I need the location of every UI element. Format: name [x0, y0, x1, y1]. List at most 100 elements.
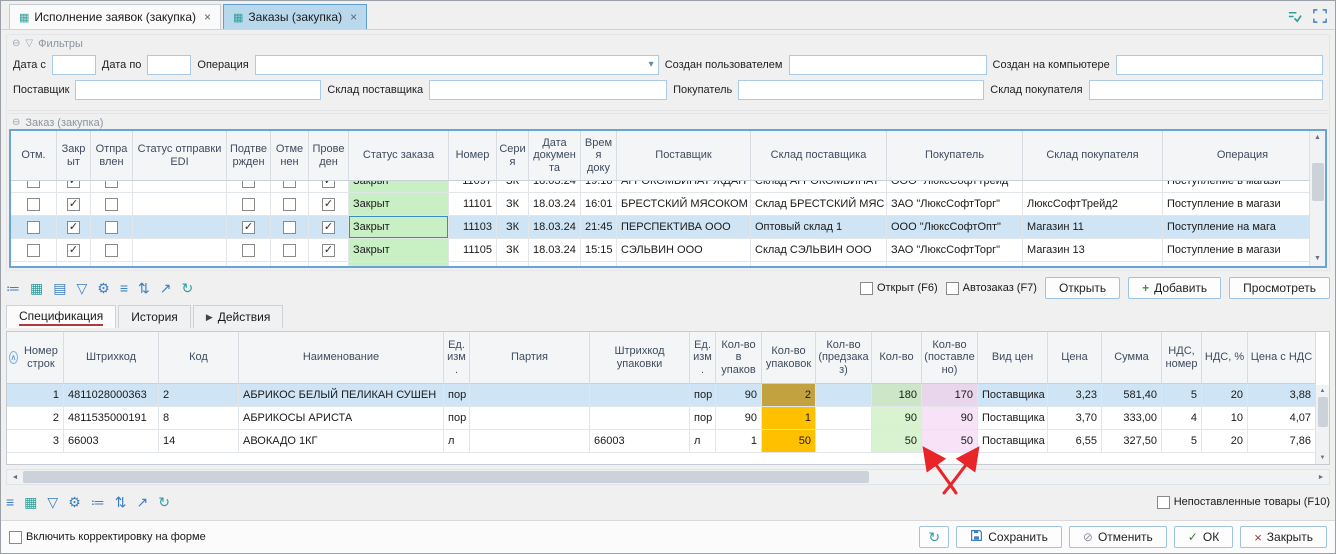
column-header[interactable]: Цена: [1048, 332, 1102, 384]
column-header[interactable]: Серия: [497, 131, 529, 181]
close-tab-icon[interactable]: ×: [350, 10, 357, 24]
edi-status-cell[interactable]: [133, 216, 227, 239]
order-row[interactable]: Закрыт 11097 ЗК 18.03.24 19:18 АГРОКОМБИ…: [11, 181, 1323, 193]
order-status-cell[interactable]: Закрыт: [349, 239, 449, 262]
column-header[interactable]: Отм.: [11, 131, 57, 181]
sort-icon[interactable]: ⇅: [115, 495, 127, 509]
date-from-input[interactable]: [52, 55, 96, 75]
confirmed-checkbox[interactable]: [242, 181, 255, 188]
column-header[interactable]: Закрыт: [57, 131, 91, 181]
supplier-warehouse-input[interactable]: [429, 80, 667, 100]
export-icon[interactable]: ↗: [136, 495, 148, 509]
autoorder-f7-checkbox[interactable]: Автозаказ (F7): [946, 282, 1037, 295]
add-button[interactable]: + Добавить: [1128, 277, 1221, 299]
close-tab-icon[interactable]: ×: [204, 10, 211, 24]
order-row-selected[interactable]: Закрыт 11103 ЗК 18.03.24 21:45 ПЕРСПЕКТИ…: [11, 216, 1323, 239]
order-row[interactable]: Закрыт 11105 ЗК 18.03.24 15:15 СЭЛЬВИН О…: [11, 239, 1323, 262]
marked-checkbox[interactable]: [27, 198, 40, 211]
order-status-cell[interactable]: Закрыт: [349, 216, 449, 239]
scroll-up-icon[interactable]: ▲: [1314, 131, 1321, 145]
edi-status-cell[interactable]: [133, 193, 227, 216]
refresh-button[interactable]: ↻: [919, 526, 949, 548]
qty-delivered-cell[interactable]: 90: [922, 407, 978, 430]
scroll-up-icon[interactable]: ▲: [1320, 385, 1326, 397]
qty-cell[interactable]: 50: [872, 430, 922, 453]
date-to-input[interactable]: [147, 55, 191, 75]
filter-icon[interactable]: ▽: [76, 281, 87, 295]
column-header[interactable]: Код: [159, 332, 239, 384]
column-header[interactable]: Статус заказа: [349, 131, 449, 181]
cancelled-checkbox[interactable]: [283, 198, 296, 211]
column-header[interactable]: Поставщик: [617, 131, 751, 181]
closed-checkbox[interactable]: [67, 181, 80, 188]
column-header[interactable]: Кол-во: [872, 332, 922, 384]
filter-icon[interactable]: ▽: [25, 38, 33, 49]
column-header[interactable]: Вид цен: [978, 332, 1048, 384]
checkbox[interactable]: [9, 531, 22, 544]
cancelled-checkbox[interactable]: [283, 181, 296, 188]
column-header[interactable]: Сумма: [1102, 332, 1162, 384]
collapse-icon[interactable]: ⊖: [12, 117, 20, 128]
cancelled-checkbox[interactable]: [283, 221, 296, 234]
closed-checkbox[interactable]: [67, 198, 80, 211]
column-header[interactable]: Партия: [470, 332, 590, 384]
collapse-icon[interactable]: ⊖: [12, 38, 20, 49]
scroll-thumb[interactable]: [23, 471, 869, 483]
adjustment-checkbox[interactable]: Включить корректировку на форме: [9, 531, 206, 544]
order-row[interactable]: Закрыт: [11, 262, 1323, 268]
spec-horizontal-scrollbar[interactable]: ◄ ►: [6, 469, 1330, 485]
operation-select[interactable]: ▾: [255, 55, 659, 75]
edi-status-cell[interactable]: [133, 262, 227, 268]
qty-cell[interactable]: 180: [872, 384, 922, 407]
buyer-warehouse-input[interactable]: [1089, 80, 1323, 100]
order-row[interactable]: Закрыт 11101 ЗК 18.03.24 16:01 БРЕСТСКИЙ…: [11, 193, 1323, 216]
closed-checkbox[interactable]: [67, 244, 80, 257]
fullscreen-icon[interactable]: [1309, 5, 1331, 27]
tab-zakazy-zakupka[interactable]: ▦ Заказы (закупка) ×: [223, 4, 367, 29]
marked-checkbox[interactable]: [27, 181, 40, 188]
column-header[interactable]: Кол-во в упаков: [716, 332, 762, 384]
column-header[interactable]: Статус отправки EDI: [133, 131, 227, 181]
column-header[interactable]: Покупатель: [887, 131, 1023, 181]
sent-checkbox[interactable]: [105, 221, 118, 234]
column-header[interactable]: Подтвержден: [227, 131, 271, 181]
checkbox[interactable]: [946, 282, 959, 295]
spec-vertical-scrollbar[interactable]: ▲ ▼: [1315, 385, 1329, 464]
column-header[interactable]: ∧Номер строк: [7, 332, 64, 384]
spec-row[interactable]: 2 4811535000191 8 АБРИКОСЫ АРИСТА пор по…: [7, 407, 1316, 430]
confirmed-checkbox[interactable]: [242, 267, 255, 269]
scroll-left-icon[interactable]: ◄: [7, 474, 23, 481]
edi-status-cell[interactable]: [133, 239, 227, 262]
column-header[interactable]: Склад покупателя: [1023, 131, 1163, 181]
sort-asc-icon[interactable]: ∧: [9, 351, 18, 364]
qty-delivered-cell[interactable]: 170: [922, 384, 978, 407]
orders-vertical-scrollbar[interactable]: ▲ ▼: [1309, 131, 1325, 266]
sent-checkbox[interactable]: [105, 267, 118, 269]
column-header[interactable]: Дата документа: [529, 131, 581, 181]
scroll-thumb[interactable]: [1318, 397, 1328, 427]
grid-view-icon[interactable]: ▦: [30, 281, 43, 295]
column-header[interactable]: Кол-во (поставлено): [922, 332, 978, 384]
column-header[interactable]: Кол-во (предзаказ): [816, 332, 872, 384]
column-header[interactable]: Отправлен: [91, 131, 133, 181]
column-header[interactable]: Склад поставщика: [751, 131, 887, 181]
ok-button[interactable]: ✓ ОК: [1174, 526, 1233, 548]
column-header[interactable]: Ед. изм.: [690, 332, 716, 384]
refresh-icon[interactable]: ↻: [181, 281, 193, 295]
marked-checkbox[interactable]: [27, 244, 40, 257]
sent-checkbox[interactable]: [105, 198, 118, 211]
order-status-cell[interactable]: Закрыт: [349, 262, 449, 268]
closed-checkbox[interactable]: [67, 267, 80, 269]
column-header[interactable]: Штрихкод упаковки: [590, 332, 690, 384]
list-icon[interactable]: ≡: [120, 281, 128, 295]
column-header[interactable]: Проведен: [309, 131, 349, 181]
save-button[interactable]: Сохранить: [956, 526, 1062, 548]
numbered-list-icon[interactable]: ≔: [6, 281, 20, 295]
cancelled-checkbox[interactable]: [283, 267, 296, 269]
confirmed-checkbox[interactable]: [242, 244, 255, 257]
grid-view-icon[interactable]: ▦: [24, 495, 37, 509]
column-header[interactable]: Наименование: [239, 332, 444, 384]
created-user-input[interactable]: [789, 55, 987, 75]
settings-gear-icon[interactable]: ⚙: [97, 281, 110, 295]
column-header[interactable]: Операция: [1163, 131, 1323, 181]
